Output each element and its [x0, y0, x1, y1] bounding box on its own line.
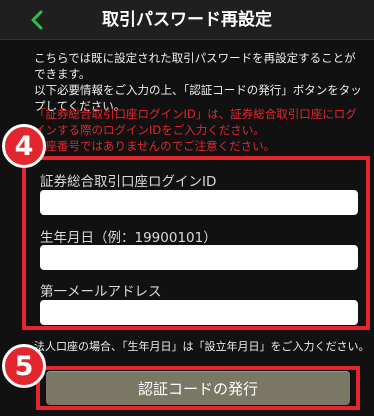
email-label: 第一メールアドレス: [40, 284, 162, 300]
intro-text: こちらでは既に設定された取引パスワードを再設定することができます。 以下必要情報…: [34, 50, 364, 114]
page-title: 取引パスワード再設定: [102, 10, 272, 30]
warning-line-1: 「証券総合取引口座ログインID」は、証券総合取引口座にログインする際のログインI…: [34, 107, 357, 137]
back-button[interactable]: [22, 6, 52, 34]
warning-line-2: 口座番号ではありませんのでご注意ください。: [34, 139, 276, 153]
intro-line-1: こちらでは既に設定された取引パスワードを再設定することができます。: [34, 51, 356, 81]
step-badge-5: 5: [2, 344, 46, 388]
issue-auth-code-button[interactable]: 認証コードの発行: [46, 371, 350, 405]
step-badge-4: 4: [2, 124, 46, 168]
birthdate-label: 生年月日（例：19900101）: [40, 230, 217, 246]
chevron-left-icon: [31, 10, 43, 30]
login-id-input[interactable]: [40, 190, 358, 215]
email-input[interactable]: [40, 300, 358, 325]
app-header: 取引パスワード再設定: [0, 0, 374, 40]
warning-text: 「証券総合取引口座ログインID」は、証券総合取引口座にログインする際のログインI…: [34, 106, 364, 154]
corporate-note: 法人口座の場合、「生年月日」は「設立年月日」をご入力ください。: [34, 340, 370, 353]
login-id-label: 証券総合取引口座ログインID: [40, 174, 217, 190]
birthdate-input[interactable]: [40, 245, 358, 270]
